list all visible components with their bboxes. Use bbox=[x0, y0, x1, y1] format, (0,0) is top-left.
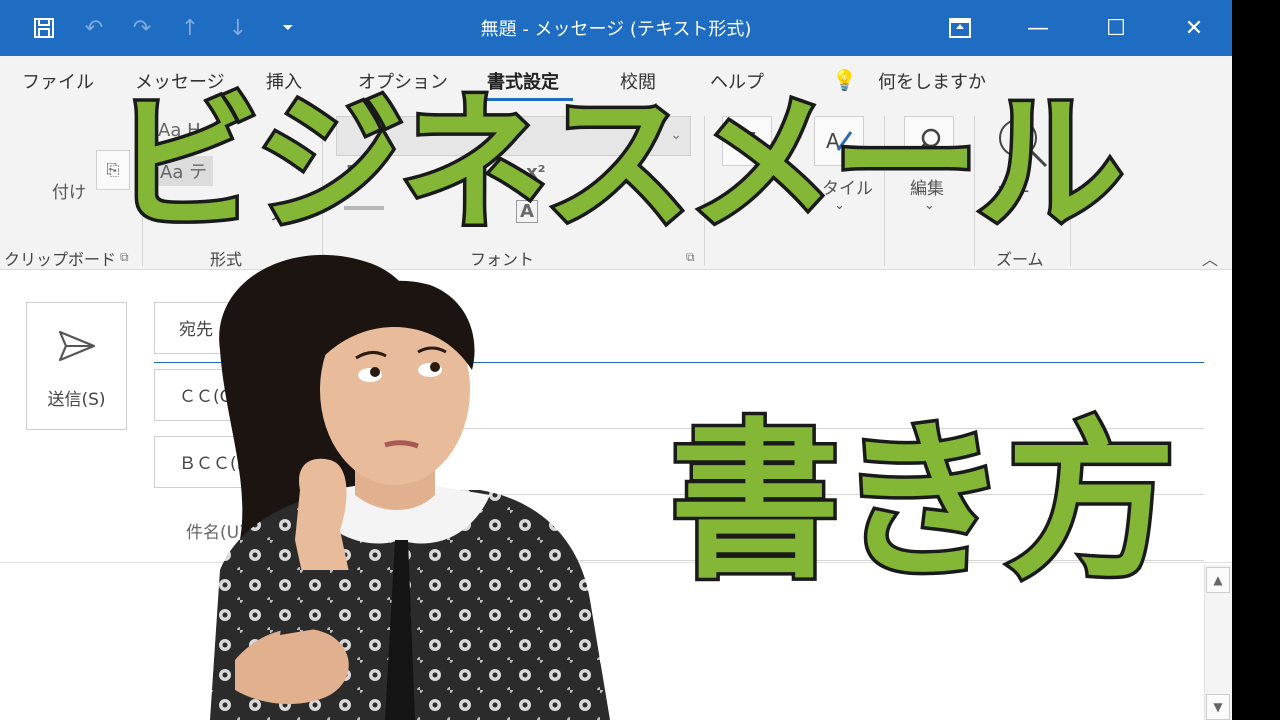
close-icon[interactable]: ✕ bbox=[1156, 0, 1232, 56]
minimize-icon[interactable]: — bbox=[1000, 0, 1076, 56]
down-arrow-icon[interactable]: ↓ bbox=[222, 12, 254, 44]
right-border-strip bbox=[1232, 0, 1280, 720]
outlook-message-window: ↶ ↷ ↑ ↓ ⏷ 無題 - メッセージ (テキスト形式) — ☐ ✕ ファイル… bbox=[0, 0, 1232, 720]
scroll-up-icon[interactable]: ▲ bbox=[1206, 567, 1230, 593]
save-icon[interactable] bbox=[28, 12, 60, 44]
collapse-ribbon-icon[interactable]: ︿ bbox=[1202, 246, 1218, 270]
undo-icon[interactable]: ↶ bbox=[78, 12, 110, 44]
subheadline-overlay: 書き方 bbox=[666, 404, 1179, 602]
thinking-woman-photo bbox=[210, 254, 610, 720]
scroll-down-icon[interactable]: ▼ bbox=[1206, 694, 1230, 720]
customize-toolbar-icon[interactable]: ⏷ bbox=[272, 12, 304, 44]
clipboard-launcher-icon[interactable]: ⧉ bbox=[120, 250, 129, 265]
redo-icon[interactable]: ↷ bbox=[126, 12, 158, 44]
ribbon-display-icon[interactable] bbox=[922, 0, 998, 56]
up-arrow-icon[interactable]: ↑ bbox=[174, 12, 206, 44]
send-icon bbox=[58, 330, 96, 362]
font-launcher-icon[interactable]: ⧉ bbox=[686, 250, 695, 265]
send-button[interactable]: 送信(S) bbox=[26, 302, 127, 430]
clipboard-group-label: クリップボード bbox=[4, 250, 117, 269]
title-bar: ↶ ↷ ↑ ↓ ⏷ 無題 - メッセージ (テキスト形式) — ☐ ✕ bbox=[0, 0, 1232, 56]
send-label: 送信(S) bbox=[47, 390, 106, 410]
maximize-icon[interactable]: ☐ bbox=[1078, 0, 1154, 56]
headline-overlay: ビジネスメール bbox=[109, 78, 1128, 250]
